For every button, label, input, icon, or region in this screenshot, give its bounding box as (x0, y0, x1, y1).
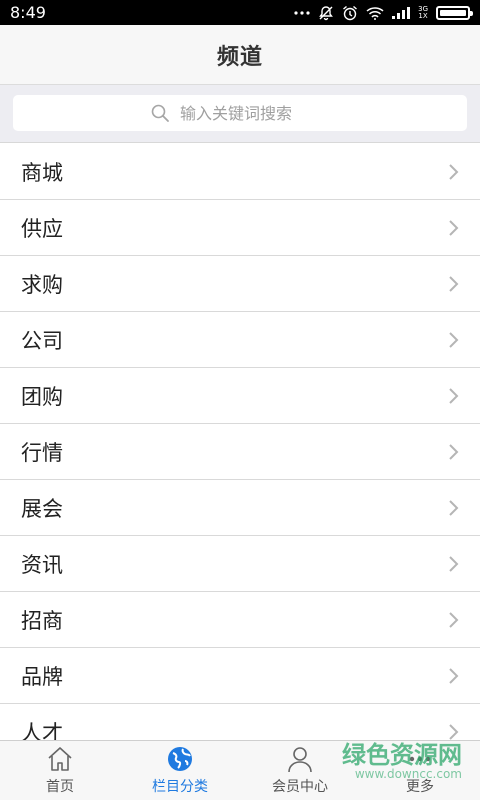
chevron-right-icon (448, 387, 460, 405)
channel-label: 展会 (21, 496, 63, 521)
search-box[interactable] (13, 95, 467, 131)
more-dots-icon (294, 10, 310, 15)
tab-more[interactable]: 更多 (360, 741, 480, 800)
channel-label: 品牌 (21, 664, 63, 689)
channel-item-investment[interactable]: 招商 (0, 592, 480, 648)
status-time: 8:49 (10, 3, 46, 22)
channel-item-purchase[interactable]: 求购 (0, 256, 480, 312)
channel-label: 供应 (21, 216, 63, 241)
channel-label: 人才 (21, 721, 63, 740)
tab-label: 会员中心 (272, 779, 328, 795)
tab-member-center[interactable]: 会员中心 (240, 741, 360, 800)
chevron-right-icon (448, 331, 460, 349)
channel-item-news[interactable]: 资讯 (0, 536, 480, 592)
bottom-tab-bar: 首页 栏目分类 会员中心 更多 (0, 740, 480, 800)
chevron-right-icon (448, 723, 460, 740)
channel-label: 商城 (21, 160, 63, 185)
battery-icon (436, 5, 473, 20)
channel-item-company[interactable]: 公司 (0, 312, 480, 368)
home-icon (46, 745, 74, 773)
channel-label: 求购 (21, 272, 63, 297)
channel-item-talent[interactable]: 人才 (0, 704, 480, 740)
network-type: 3G 1X (418, 5, 428, 20)
search-icon (150, 103, 170, 123)
tab-label: 首页 (46, 779, 74, 795)
more-icon (406, 745, 434, 773)
channel-label: 公司 (21, 328, 63, 353)
tab-label: 栏目分类 (152, 779, 208, 795)
chevron-right-icon (448, 163, 460, 181)
wifi-icon (366, 6, 384, 20)
channel-label: 招商 (21, 608, 63, 633)
channel-item-supply[interactable]: 供应 (0, 200, 480, 256)
search-bar (0, 85, 480, 143)
channel-list: 商城 供应 求购 公司 团购 行情 展会 资讯 招商 品牌 人才 (0, 144, 480, 740)
chevron-right-icon (448, 667, 460, 685)
channel-item-brand[interactable]: 品牌 (0, 648, 480, 704)
signal-icon (392, 6, 411, 19)
status-icons: 3G 1X (294, 5, 473, 21)
chevron-right-icon (448, 275, 460, 293)
chevron-right-icon (448, 555, 460, 573)
notification-off-icon (318, 5, 334, 21)
tab-categories[interactable]: 栏目分类 (120, 741, 240, 800)
alarm-icon (342, 5, 358, 21)
channel-item-exhibition[interactable]: 展会 (0, 480, 480, 536)
channel-item-group-buy[interactable]: 团购 (0, 368, 480, 424)
channel-label: 资讯 (21, 552, 63, 577)
tab-label: 更多 (406, 779, 434, 795)
user-icon (286, 745, 314, 773)
channel-item-mall[interactable]: 商城 (0, 144, 480, 200)
chevron-right-icon (448, 219, 460, 237)
tab-home[interactable]: 首页 (0, 741, 120, 800)
search-input[interactable] (180, 103, 330, 123)
channel-label: 团购 (21, 384, 63, 409)
chevron-right-icon (448, 611, 460, 629)
network-type-bottom: 1X (418, 11, 428, 20)
chevron-right-icon (448, 443, 460, 461)
status-bar: 8:49 3G 1X (0, 0, 480, 25)
page-title: 频道 (216, 44, 263, 70)
header: 频道 (0, 25, 480, 85)
channel-item-market[interactable]: 行情 (0, 424, 480, 480)
channel-label: 行情 (21, 440, 63, 465)
chevron-right-icon (448, 499, 460, 517)
globe-icon (166, 745, 194, 773)
